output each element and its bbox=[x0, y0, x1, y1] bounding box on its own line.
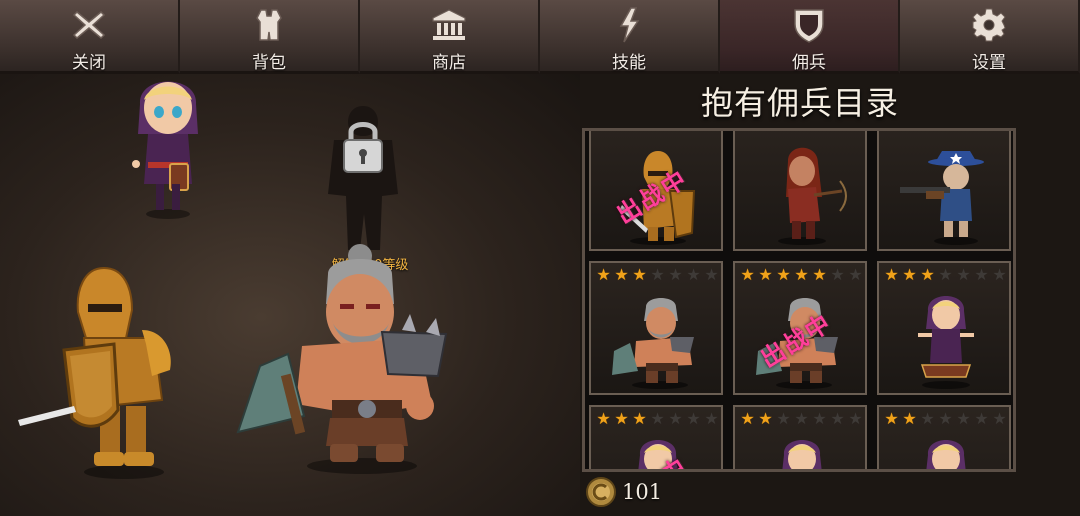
star-icon: ★ bbox=[776, 265, 791, 284]
hooded-mage-character[interactable] bbox=[118, 64, 218, 224]
tab-settings[interactable]: 设置 bbox=[900, 0, 1080, 74]
star-icon: ★ bbox=[938, 265, 953, 284]
close-icon bbox=[72, 10, 106, 40]
star-icon: ★ bbox=[812, 265, 827, 284]
star-icon: ★ bbox=[830, 265, 845, 284]
star-icon: ★ bbox=[776, 409, 791, 428]
star-icon: ★ bbox=[902, 409, 917, 428]
star-icon: ★ bbox=[794, 265, 809, 284]
gear-icon bbox=[972, 8, 1006, 42]
red-archer-portrait bbox=[778, 147, 847, 245]
golden-knight-character[interactable] bbox=[14, 260, 194, 480]
mercenary-card[interactable]: ★★★★★★★出战中 bbox=[589, 405, 723, 469]
mercenary-card[interactable]: ★★★ bbox=[877, 131, 1011, 251]
star-icon: ★ bbox=[902, 265, 917, 284]
roster-title: 抱有佣兵目录 bbox=[700, 84, 899, 122]
star-icon: ★ bbox=[794, 409, 809, 428]
star-icon: ★ bbox=[668, 265, 683, 284]
tab-label: 佣兵 bbox=[792, 53, 826, 73]
tab-label: 技能 bbox=[612, 53, 646, 73]
star-icon: ★ bbox=[650, 409, 665, 428]
armor-icon bbox=[256, 9, 282, 41]
hooded-mage-portrait bbox=[782, 440, 822, 469]
star-icon: ★ bbox=[668, 409, 683, 428]
coin-icon bbox=[586, 477, 616, 507]
star-icon: ★ bbox=[884, 409, 899, 428]
mercenary-card[interactable]: ★★★ bbox=[733, 131, 867, 251]
star-icon: ★ bbox=[848, 409, 863, 428]
star-icon: ★ bbox=[596, 409, 611, 428]
star-icon: ★ bbox=[848, 265, 863, 284]
shop-icon bbox=[432, 9, 466, 40]
tab-label: 设置 bbox=[972, 53, 1006, 73]
star-icon: ★ bbox=[704, 409, 719, 428]
mercenary-scene: 解锁200等级 bbox=[0, 74, 580, 516]
star-icon: ★ bbox=[596, 265, 611, 284]
mercenary-roster[interactable]: ★★★出战中★★★★★★★★★★★★★★★★★★★★出战中★★★★★★★★★★★… bbox=[582, 128, 1016, 472]
star-icon: ★ bbox=[830, 409, 845, 428]
star-icon: ★ bbox=[920, 409, 935, 428]
tab-shop[interactable]: 商店 bbox=[360, 0, 540, 74]
star-icon: ★ bbox=[704, 265, 719, 284]
tab-backpack[interactable]: 背包 bbox=[180, 0, 360, 74]
star-icon: ★ bbox=[686, 409, 701, 428]
mercenary-card[interactable]: ★ ★ ★ ★ ★ ★ ★ bbox=[877, 405, 1011, 469]
star-icon: ★ bbox=[920, 265, 935, 284]
star-icon: ★ bbox=[956, 409, 971, 428]
star-rating: ★ ★ ★ ★ ★ ★ ★ bbox=[595, 267, 720, 283]
star-icon: ★ bbox=[740, 409, 755, 428]
locked-slot[interactable] bbox=[318, 102, 408, 252]
tab-mercenaries[interactable]: 佣兵 bbox=[720, 0, 900, 74]
star-icon: ★ bbox=[812, 409, 827, 428]
star-rating: ★ ★ ★ ★ ★ ★ ★ bbox=[883, 411, 1008, 427]
star-icon: ★ bbox=[974, 265, 989, 284]
star-icon: ★ bbox=[992, 409, 1007, 428]
star-icon: ★ bbox=[740, 265, 755, 284]
shield-icon bbox=[794, 9, 824, 43]
star-icon: ★ bbox=[686, 265, 701, 284]
coin-amount: 101 bbox=[622, 480, 663, 504]
star-rating: ★ ★ ★ ★ ★ ★ ★ bbox=[739, 267, 864, 283]
star-icon: ★ bbox=[884, 265, 899, 284]
axe-barbarian-portrait bbox=[612, 298, 694, 389]
star-rating: ★ ★ ★ ★ ★ ★ ★ bbox=[883, 267, 1008, 283]
star-icon: ★ bbox=[956, 265, 971, 284]
tab-close[interactable]: 关闭 bbox=[0, 0, 180, 74]
cowboy-gunner-portrait bbox=[900, 151, 984, 245]
star-rating: ★ ★ ★ ★ ★ ★ ★ bbox=[595, 411, 720, 427]
star-icon: ★ bbox=[758, 265, 773, 284]
star-icon: ★ bbox=[938, 409, 953, 428]
mercenary-card[interactable]: ★ ★ ★ ★ ★ ★ ★ bbox=[733, 405, 867, 469]
star-icon: ★ bbox=[992, 265, 1007, 284]
star-icon: ★ bbox=[758, 409, 773, 428]
mercenary-card[interactable]: ★★★★★★★出战中 bbox=[733, 261, 867, 395]
star-icon: ★ bbox=[614, 265, 629, 284]
mercenary-card[interactable]: ★★★出战中 bbox=[589, 131, 723, 251]
tab-label: 商店 bbox=[432, 53, 466, 73]
mercenary-card[interactable]: ★ ★ ★ ★ ★ ★ ★ bbox=[589, 261, 723, 395]
hooded-mage-portrait bbox=[918, 296, 974, 389]
mercenary-card[interactable]: ★ ★ ★ ★ ★ ★ ★ bbox=[877, 261, 1011, 395]
hooded-mage-portrait bbox=[926, 440, 966, 469]
lightning-icon bbox=[619, 7, 640, 43]
tab-skills[interactable]: 技能 bbox=[540, 0, 720, 74]
star-icon: ★ bbox=[650, 265, 665, 284]
star-icon: ★ bbox=[632, 409, 647, 428]
top-tab-bar: 关闭 背包 商店 技能 佣兵 设置 bbox=[0, 0, 1080, 74]
axe-barbarian-character[interactable] bbox=[232, 234, 462, 474]
star-rating: ★ ★ ★ ★ ★ ★ ★ bbox=[739, 411, 864, 427]
star-icon: ★ bbox=[632, 265, 647, 284]
star-icon: ★ bbox=[974, 409, 989, 428]
star-icon: ★ bbox=[614, 409, 629, 428]
